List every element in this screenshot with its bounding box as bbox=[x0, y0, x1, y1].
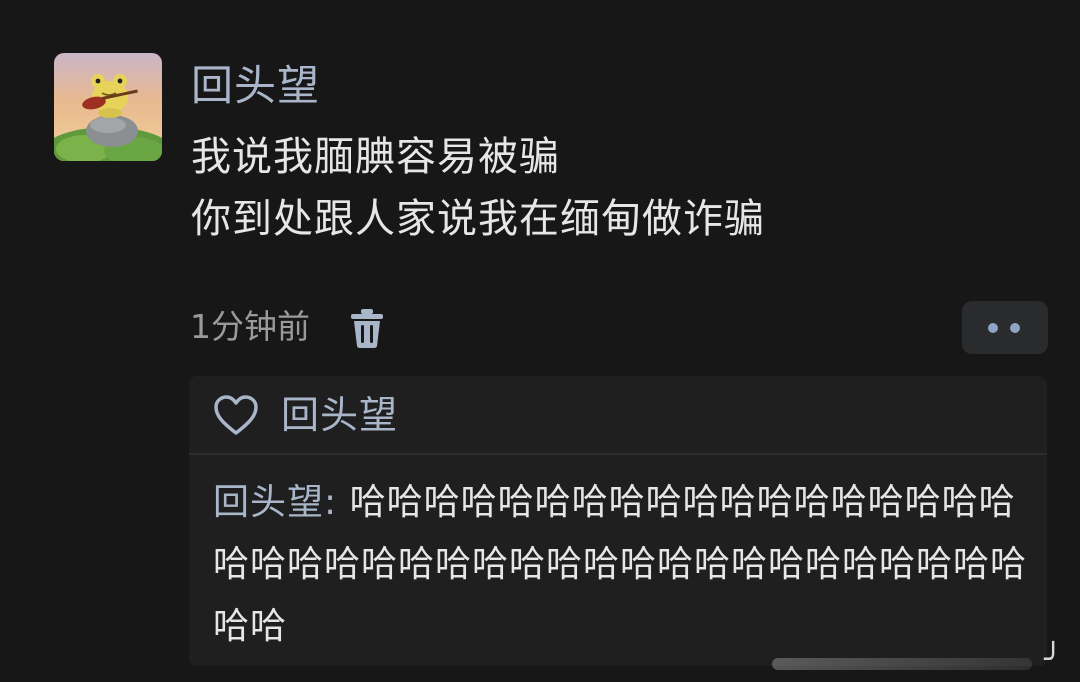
reply-comment: 回头望: 哈哈哈哈哈哈哈哈哈哈哈哈哈哈哈哈哈哈哈哈哈哈哈哈哈哈哈哈哈哈哈哈哈哈哈… bbox=[213, 472, 1033, 658]
frog-avatar-image bbox=[54, 53, 162, 161]
watermark-bar bbox=[772, 658, 1032, 670]
watermark-mark: ╯ bbox=[1044, 642, 1063, 677]
post-content: 我说我腼腆容易被骗 你到处跟人家说我在缅甸做诈骗 bbox=[191, 126, 765, 250]
post-timestamp: 1分钟前 bbox=[190, 307, 310, 346]
watermark: ╯ bbox=[762, 642, 1080, 682]
reply-author-name[interactable]: 回头望 bbox=[213, 482, 324, 523]
heart-icon bbox=[214, 395, 258, 435]
more-options-button[interactable] bbox=[962, 301, 1048, 354]
trash-icon bbox=[351, 309, 383, 348]
post-author-name[interactable]: 回头望 bbox=[191, 58, 320, 114]
interaction-panel: 回头望 回头望: 哈哈哈哈哈哈哈哈哈哈哈哈哈哈哈哈哈哈哈哈哈哈哈哈哈哈哈哈哈哈哈… bbox=[189, 376, 1047, 666]
liker-name[interactable]: 回头望 bbox=[281, 391, 398, 439]
post-content-line: 我说我腼腆容易被骗 bbox=[191, 134, 560, 180]
more-dots-icon bbox=[988, 323, 998, 333]
reply-separator: : bbox=[324, 482, 350, 523]
post-content-line: 你到处跟人家说我在缅甸做诈骗 bbox=[191, 196, 765, 242]
delete-button[interactable] bbox=[350, 308, 384, 348]
more-dots-icon bbox=[1010, 323, 1020, 333]
likes-row: 回头望 bbox=[189, 376, 1047, 455]
like-button[interactable] bbox=[213, 394, 259, 436]
avatar[interactable] bbox=[54, 53, 162, 161]
